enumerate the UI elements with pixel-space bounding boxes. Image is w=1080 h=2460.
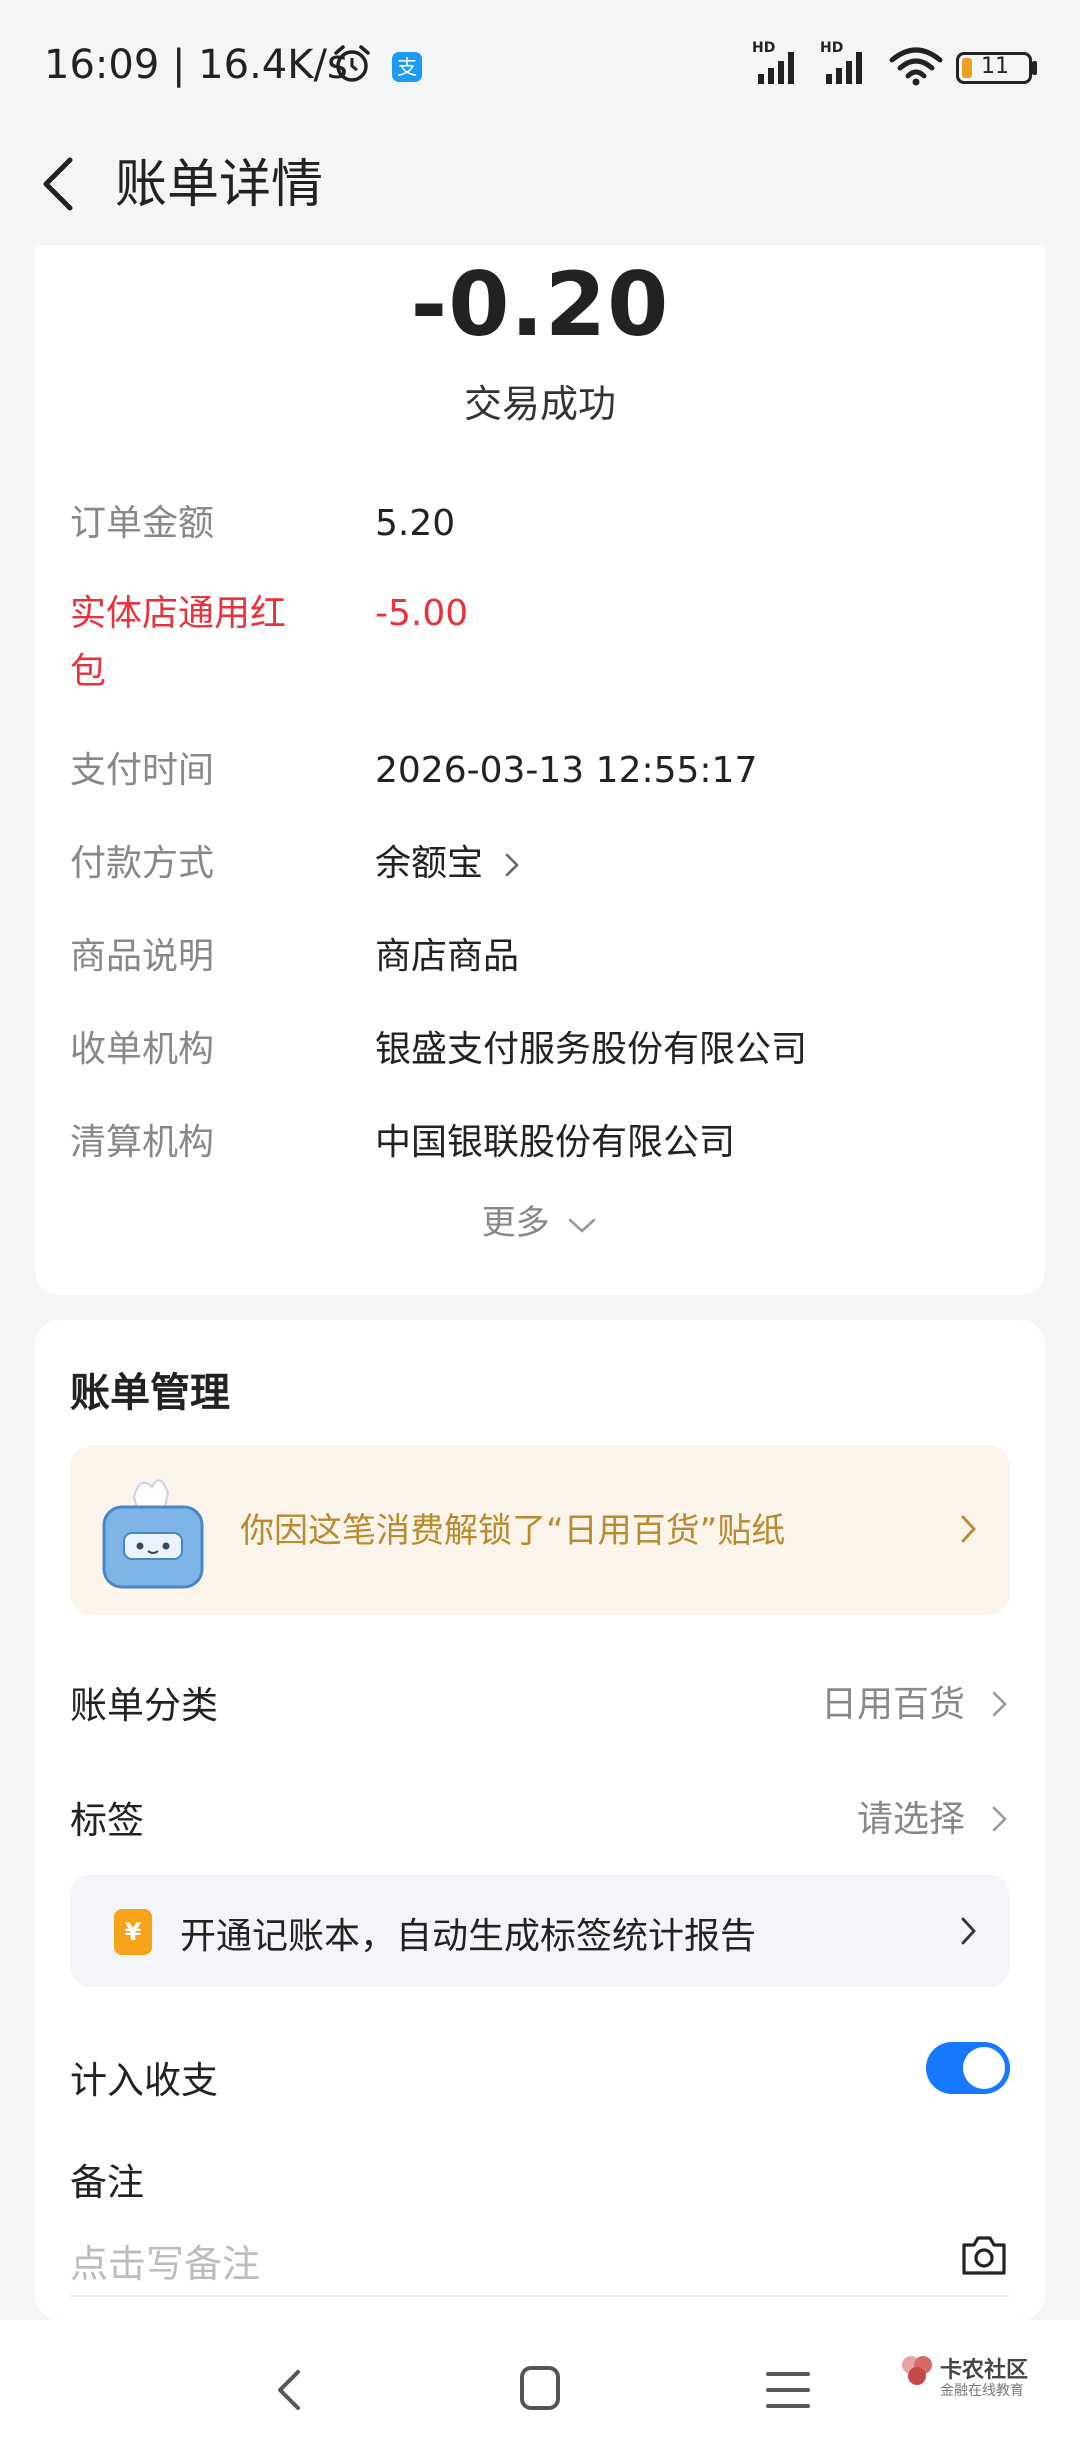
detail-label: 订单金额 (70, 503, 215, 544)
detail-value: 中国银联股份有限公司 (375, 1122, 736, 1163)
row-label: 计入收支 (70, 2059, 218, 2102)
sticker-banner-text: 你因这笔消费解锁了“日用百货”贴纸 (240, 1511, 786, 1551)
note-input[interactable]: 点击写备注 (70, 2225, 1010, 2297)
note-label: 备注 (70, 2161, 144, 2204)
alipay-notification-icon: 支 (392, 52, 422, 82)
row-label: 标签 (70, 1799, 144, 1842)
alarm-icon (334, 45, 370, 82)
detail-value: 银盛支付服务股份有限公司 (375, 1029, 808, 1070)
battery-icon: 11 (956, 52, 1032, 84)
signal-icon: HD (820, 40, 876, 90)
battery-level: 11 (981, 54, 1009, 79)
system-nav-bar: 卡农社区 金融在线教育 (0, 2320, 1080, 2460)
back-arrow-icon[interactable] (30, 144, 90, 224)
detail-label: 支付时间 (70, 750, 215, 791)
detail-value: 余额宝 (375, 843, 484, 884)
detail-value: -5.00 (375, 593, 469, 634)
page-title: 账单详情 (115, 155, 324, 215)
include-in-stats-row: 计入收支 (70, 2040, 1010, 2120)
detail-row-red-packet: 实体店通用红包 -5.00 (70, 585, 1010, 705)
detail-label: 清算机构 (70, 1122, 215, 1163)
wifi-icon (889, 47, 943, 86)
battery-tip (1032, 61, 1037, 75)
chevron-right-icon (992, 1691, 1007, 1717)
toggle-knob (963, 2047, 1005, 2089)
ledger-book-icon: ¥ (114, 1909, 152, 1955)
watermark-logo-icon (902, 2356, 932, 2385)
detail-label: 商品说明 (70, 936, 215, 977)
detail-label: 付款方式 (70, 843, 215, 884)
row-label: 账单分类 (70, 1684, 218, 1727)
detail-label: 实体店通用红包 (70, 593, 287, 692)
nav-header: 账单详情 (0, 130, 1080, 240)
row-value: 请选择 (856, 1799, 965, 1840)
more-button[interactable]: 更多 (35, 1195, 1045, 1244)
detail-value: 2026-03-13 12:55:17 (375, 750, 758, 791)
watermark: 卡农社区 金融在线教育 (900, 2350, 1050, 2410)
bill-summary-card: -0.20 交易成功 订单金额 5.20 实体店通用红包 -5.00 支付时间 … (35, 245, 1045, 1295)
bill-management-card: 账单管理 你因这笔消费解锁了“日用百货”贴纸 账单分类 日用百货 标签 请选择 … (35, 1320, 1045, 2320)
tag-row[interactable]: 标签 请选择 (70, 1780, 1010, 1860)
watermark-subtitle: 金融在线教育 (940, 2383, 1024, 2399)
signal-icon: HD (752, 40, 808, 90)
include-in-stats-toggle[interactable] (926, 2042, 1010, 2094)
chevron-down-icon (569, 1218, 596, 1233)
sticker-unlock-banner[interactable]: 你因这笔消费解锁了“日用百货”贴纸 (70, 1445, 1010, 1615)
more-label: 更多 (481, 1203, 550, 1243)
note-label-row: 备注 (70, 2142, 1010, 2222)
chevron-right-icon (961, 1515, 976, 1543)
status-time: 16:09 | 16.4K/s (44, 42, 348, 88)
camera-icon[interactable] (958, 2231, 1010, 2279)
ledger-promo-text: 开通记账本，自动生成标签统计报告 (180, 1916, 757, 1957)
transaction-status: 交易成功 (463, 382, 616, 426)
detail-value: 商店商品 (375, 936, 520, 977)
transaction-amount: -0.20 (410, 253, 670, 356)
note-placeholder: 点击写备注 (70, 2242, 261, 2286)
row-value: 日用百货 (820, 1684, 965, 1725)
detail-label: 收单机构 (70, 1029, 215, 1070)
chevron-right-icon (506, 853, 520, 877)
bill-category-row[interactable]: 账单分类 日用百货 (70, 1665, 1010, 1745)
section-title: 账单管理 (70, 1370, 230, 1416)
status-bar: 16:09 | 16.4K/s 支 HD HD 11 (0, 0, 1080, 130)
chevron-right-icon (992, 1806, 1007, 1832)
ledger-promo-banner[interactable]: ¥ 开通记账本，自动生成标签统计报告 (70, 1875, 1010, 1987)
nav-back-icon[interactable] (270, 2362, 310, 2418)
detail-value: 5.20 (375, 503, 456, 544)
tissue-box-sticker-icon (102, 1479, 204, 1589)
nav-menu-icon[interactable] (766, 2368, 810, 2412)
nav-home-icon[interactable] (518, 2364, 562, 2412)
chevron-right-icon (961, 1917, 976, 1945)
